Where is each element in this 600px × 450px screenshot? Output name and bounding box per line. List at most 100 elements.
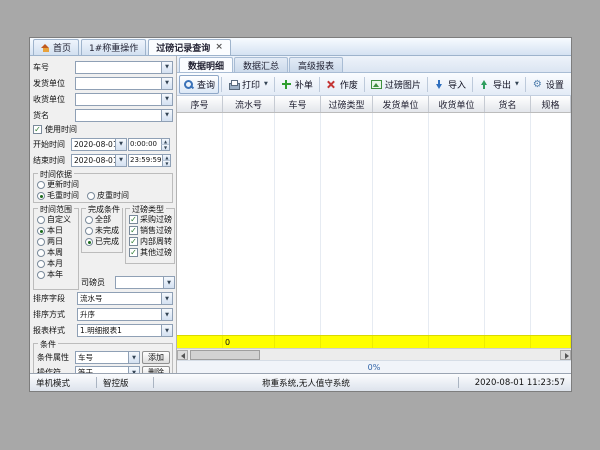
chevron-down-icon[interactable]: ▼ [161, 325, 172, 336]
tab-data-summary[interactable]: 数据汇总 [234, 57, 288, 72]
shipper-combo[interactable]: ▼ [75, 77, 173, 90]
summary-cell [177, 336, 223, 348]
status-system-name: 称重系统,无人值守系统 [154, 377, 458, 389]
time-basis-title: 时间依据 [38, 169, 74, 180]
checkbox-icon[interactable]: ✓ [33, 125, 42, 134]
calendar-dropdown-icon[interactable]: ▼ [115, 155, 126, 166]
settings-button[interactable]: ⚙ 设置 [528, 75, 568, 94]
radio-custom[interactable]: 自定义 [37, 214, 76, 225]
chevron-down-icon[interactable]: ▼ [161, 110, 172, 121]
radio-icon [85, 227, 93, 235]
chevron-down-icon[interactable]: ▼ [128, 367, 139, 373]
tab-weighing-record-query[interactable]: 过磅记录查询 × [148, 39, 231, 55]
close-icon[interactable]: × [215, 43, 223, 52]
chevron-down-icon[interactable]: ▼ [515, 81, 519, 87]
column-header-goods[interactable]: 货名 [485, 96, 531, 112]
checkbox-internal-transfer[interactable]: ✓内部周转 [129, 236, 172, 247]
checkbox-purchase-weigh[interactable]: ✓采购过磅 [129, 214, 172, 225]
spin-down-icon[interactable]: ▼ [162, 161, 170, 166]
column-header-vehicle[interactable]: 车号 [275, 96, 321, 112]
tab-home[interactable]: 首页 [33, 39, 79, 55]
import-button[interactable]: 导入 [430, 75, 470, 94]
chevron-down-icon[interactable]: ▼ [163, 277, 174, 288]
sort-order-combo[interactable]: 升序 ▼ [77, 308, 173, 321]
progress-bar: 0% [177, 360, 571, 373]
report-style-label: 报表样式 [33, 325, 77, 336]
option-label: 采购过磅 [140, 214, 172, 225]
export-button[interactable]: 导出 ▼ [475, 75, 523, 94]
column-header-shipper[interactable]: 发货单位 [373, 96, 429, 112]
end-time-spinner[interactable]: 23:59:59 ▲▼ [128, 154, 171, 167]
grid-body[interactable] [177, 113, 571, 335]
radio-finished[interactable]: 已完成 [85, 236, 120, 247]
horizontal-scrollbar[interactable] [177, 348, 571, 360]
radio-today[interactable]: 本日 [37, 225, 76, 236]
radio-gross-time[interactable]: 毛重时间 [37, 190, 79, 201]
grid-column [223, 113, 275, 335]
start-date-picker[interactable]: 2020-08-01 ▼ [71, 138, 127, 151]
column-header-spec[interactable]: 规格 [531, 96, 571, 112]
scrollbar-thumb[interactable] [190, 350, 260, 360]
option-label: 本年 [47, 269, 63, 280]
checkbox-other-weigh[interactable]: ✓其他过磅 [129, 247, 172, 258]
chevron-down-icon[interactable]: ▼ [161, 293, 172, 304]
query-button[interactable]: 查询 [179, 75, 219, 94]
add-condition-button[interactable]: 添加 [142, 351, 170, 364]
weigh-photos-button[interactable]: 过磅图片 [367, 75, 425, 94]
option-label: 本日 [47, 225, 63, 236]
sort-field-combo[interactable]: 流水号 ▼ [77, 292, 173, 305]
tab-data-detail[interactable]: 数据明细 [179, 57, 233, 72]
column-header-receiver[interactable]: 收货单位 [429, 96, 485, 112]
combo-value: 等于 [78, 367, 93, 373]
radio-unfinished[interactable]: 未完成 [85, 225, 120, 236]
spinner-buttons[interactable]: ▲▼ [162, 155, 170, 166]
radio-this-year[interactable]: 本年 [37, 269, 76, 280]
grid-column [275, 113, 321, 335]
option-label: 销售过磅 [140, 225, 172, 236]
void-button[interactable]: 作废 [322, 75, 362, 94]
delete-condition-button[interactable]: 删除 [142, 366, 170, 373]
chevron-down-icon[interactable]: ▼ [161, 62, 172, 73]
radio-this-week[interactable]: 本周 [37, 247, 76, 258]
operator-combo[interactable]: ▼ [115, 276, 175, 289]
chevron-down-icon[interactable]: ▼ [161, 78, 172, 89]
radio-tare-time[interactable]: 皮重时间 [87, 190, 129, 201]
condition-attr-combo[interactable]: 车号 ▼ [75, 351, 140, 364]
calendar-dropdown-icon[interactable]: ▼ [115, 139, 126, 150]
radio-update-time[interactable]: 更新时间 [37, 179, 79, 190]
tab-advanced-report[interactable]: 高级报表 [289, 57, 343, 72]
chevron-down-icon[interactable]: ▼ [128, 352, 139, 363]
condition-op-label: 操作符 [37, 367, 75, 373]
start-time-spinner[interactable]: 0:00:00 ▲▼ [128, 138, 170, 151]
combo-value: 流水号 [80, 293, 103, 304]
use-time-checkbox-row[interactable]: ✓ 使用时间 [33, 123, 173, 136]
spinner-buttons[interactable]: ▲▼ [161, 139, 169, 150]
end-date-picker[interactable]: 2020-08-01 ▼ [71, 154, 127, 167]
radio-this-month[interactable]: 本月 [37, 258, 76, 269]
content-panel: 数据明细 数据汇总 高级报表 查询 打印 ▼ [177, 56, 571, 373]
condition-op-combo[interactable]: 等于 ▼ [75, 366, 140, 373]
radio-all[interactable]: 全部 [85, 214, 120, 225]
report-style-combo[interactable]: 1.明细报表1 ▼ [77, 324, 173, 337]
receiver-combo[interactable]: ▼ [75, 93, 173, 106]
sort-field-label: 排序字段 [33, 293, 77, 304]
column-header-seq[interactable]: 序号 [177, 96, 223, 112]
chevron-down-icon[interactable]: ▼ [264, 81, 268, 87]
condition-attr-row: 条件属性 车号 ▼ 添加 [37, 350, 170, 365]
checkbox-sales-weigh[interactable]: ✓销售过磅 [129, 225, 172, 236]
spin-down-icon[interactable]: ▼ [161, 145, 169, 150]
tab-weighing-operation[interactable]: 1#称重操作 [81, 39, 146, 55]
radio-two-days[interactable]: 两日 [37, 236, 76, 247]
column-header-serial[interactable]: 流水号 [223, 96, 275, 112]
supplement-order-button[interactable]: 补单 [277, 75, 317, 94]
scroll-left-icon[interactable] [177, 350, 188, 360]
chevron-down-icon[interactable]: ▼ [161, 94, 172, 105]
goods-combo[interactable]: ▼ [75, 109, 173, 122]
toolbar-separator [221, 77, 222, 92]
scroll-right-icon[interactable] [560, 350, 571, 360]
start-time-label: 开始时间 [33, 139, 71, 150]
chevron-down-icon[interactable]: ▼ [161, 309, 172, 320]
column-header-weigh-type[interactable]: 过磅类型 [321, 96, 373, 112]
vehicle-combo[interactable]: ▼ [75, 61, 173, 74]
print-button[interactable]: 打印 ▼ [224, 75, 272, 94]
